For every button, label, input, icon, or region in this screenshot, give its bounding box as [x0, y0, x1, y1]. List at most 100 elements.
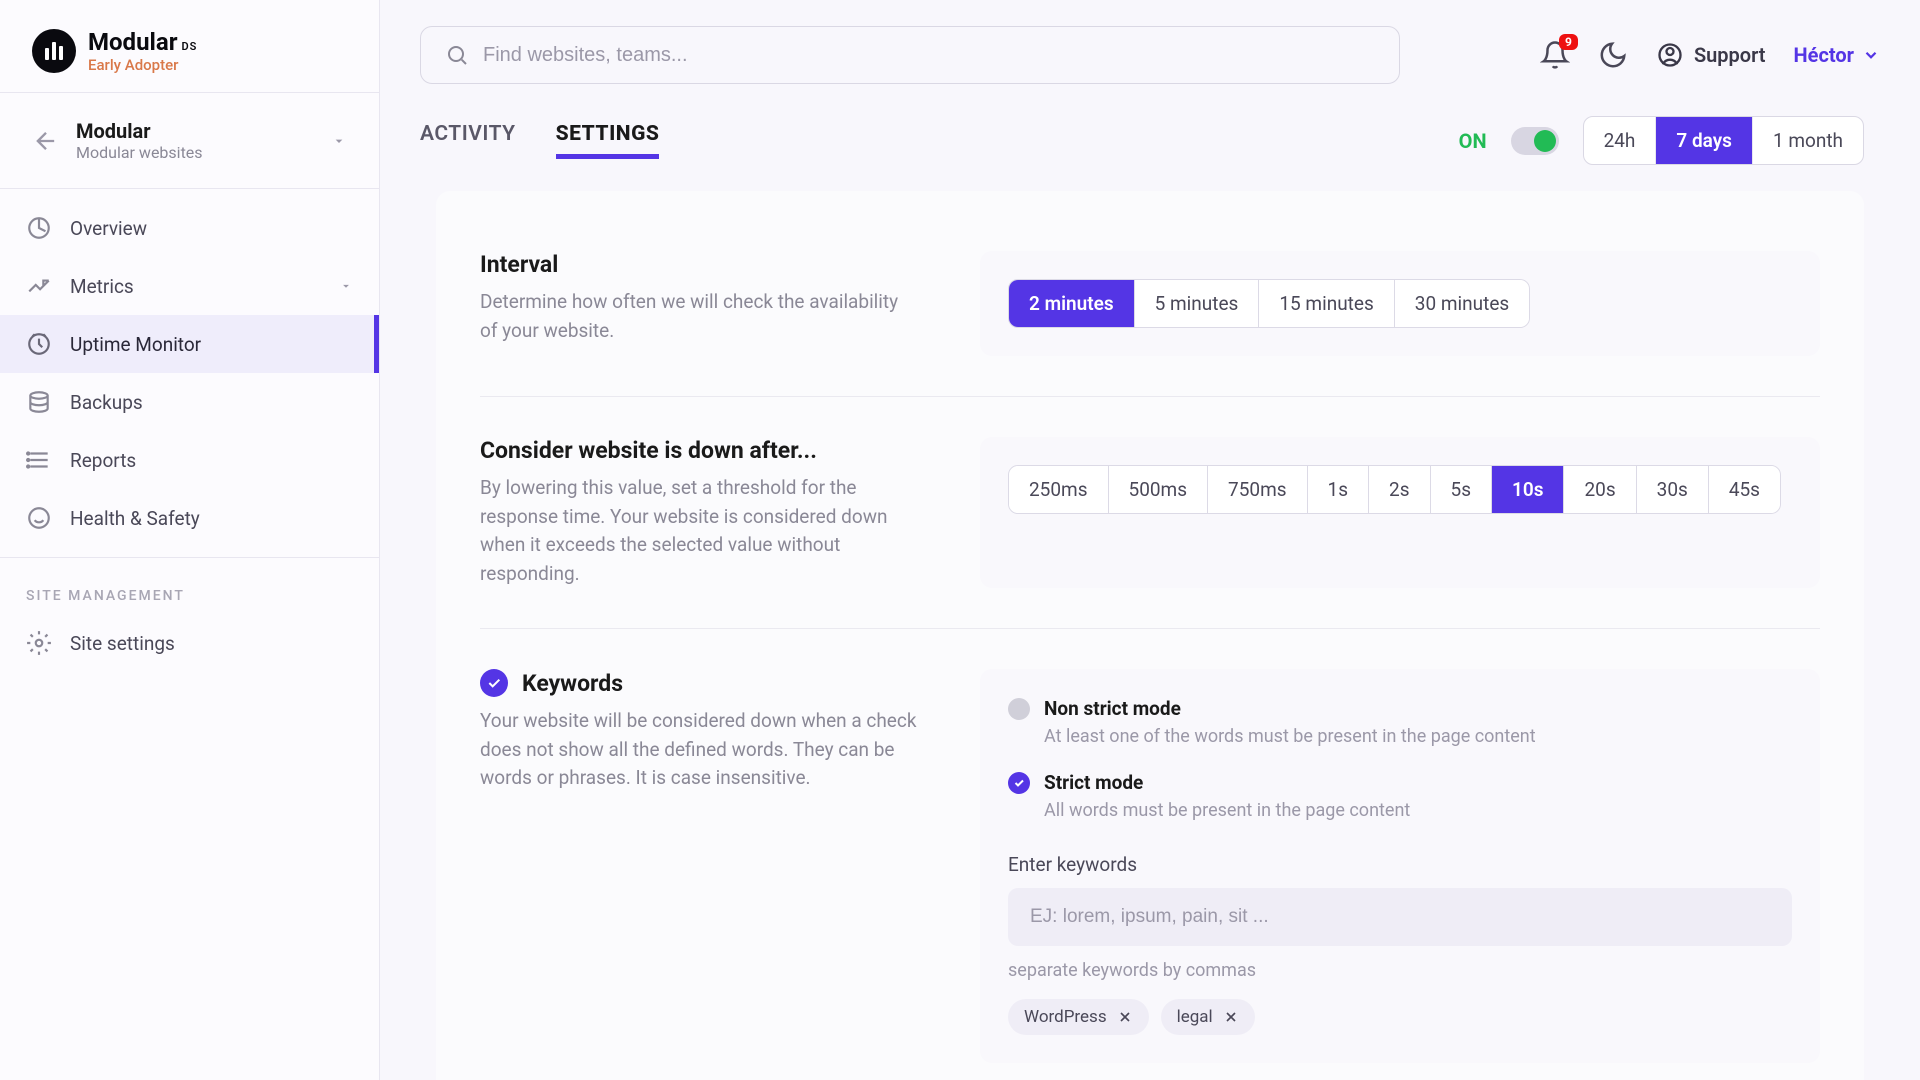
metrics-icon [26, 273, 52, 299]
close-icon[interactable] [1117, 1009, 1133, 1025]
threshold-desc: By lowering this value, set a threshold … [480, 474, 920, 588]
nav: Overview Metrics Uptime Monitor Backups … [0, 189, 379, 557]
topbar: 9 Support Héctor [380, 0, 1920, 100]
threshold-option[interactable]: 30s [1637, 466, 1709, 513]
logo-icon [32, 29, 76, 73]
keyword-tags: WordPress legal [1008, 999, 1255, 1035]
brand-name: Modular [88, 28, 178, 56]
threshold-option[interactable]: 250ms [1009, 466, 1109, 513]
keywords-title: Keywords [522, 670, 623, 697]
support-label: Support [1694, 43, 1766, 67]
keywords-input[interactable] [1008, 888, 1792, 946]
threshold-option[interactable]: 750ms [1208, 466, 1308, 513]
radio-label: Strict mode [1044, 771, 1143, 794]
radio-strict[interactable]: Strict mode [1008, 771, 1410, 794]
nav-label: Overview [70, 217, 147, 240]
interval-option[interactable]: 5 minutes [1135, 280, 1260, 327]
nav-label: Site settings [70, 632, 175, 655]
monitor-toggle[interactable] [1511, 127, 1559, 155]
radio-sub: All words must be present in the page co… [1044, 800, 1410, 821]
subheader: ACTIVITY SETTINGS ON 24h 7 days 1 month [380, 100, 1920, 191]
nav-health[interactable]: Health & Safety [0, 489, 379, 547]
threshold-option[interactable]: 10s [1492, 466, 1564, 513]
nav-uptime[interactable]: Uptime Monitor [0, 315, 379, 373]
tab-settings[interactable]: SETTINGS [556, 122, 660, 159]
gear-icon [26, 630, 52, 656]
radio-nonstrict[interactable]: Non strict mode [1008, 697, 1536, 720]
overview-icon [26, 215, 52, 241]
search-input[interactable] [483, 44, 1375, 67]
interval-title: Interval [480, 251, 920, 278]
content: Interval Determine how often we will che… [380, 191, 1920, 1080]
brand-tagline: Early Adopter [88, 56, 197, 74]
nav-backups[interactable]: Backups [0, 373, 379, 431]
chevron-down-icon [331, 133, 347, 149]
interval-desc: Determine how often we will check the av… [480, 288, 920, 345]
site-name: Modular [76, 119, 315, 143]
range-7days[interactable]: 7 days [1656, 117, 1753, 164]
interval-option[interactable]: 30 minutes [1395, 280, 1529, 327]
nav-label: Uptime Monitor [70, 333, 201, 356]
tag-text: WordPress [1024, 1007, 1107, 1027]
uptime-icon [26, 331, 52, 357]
keywords-field-label: Enter keywords [1008, 853, 1137, 876]
threshold-option[interactable]: 20s [1564, 466, 1636, 513]
settings-panel: Interval Determine how often we will che… [436, 191, 1864, 1080]
radio-sub: At least one of the words must be presen… [1044, 726, 1536, 747]
brand-suffix: DS [182, 40, 198, 53]
user-menu[interactable]: Héctor [1794, 43, 1880, 67]
chevron-down-icon [1862, 46, 1880, 64]
nav-label: Metrics [70, 275, 134, 298]
range-picker: 24h 7 days 1 month [1583, 116, 1864, 165]
section-label: SITE MANAGEMENT [0, 558, 379, 614]
back-arrow-icon[interactable] [32, 127, 60, 155]
moon-icon[interactable] [1598, 40, 1628, 70]
tab-activity[interactable]: ACTIVITY [420, 122, 516, 159]
interval-option[interactable]: 15 minutes [1259, 280, 1394, 327]
search-box[interactable] [420, 26, 1400, 84]
threshold-title: Consider website is down after... [480, 437, 920, 464]
radio-icon [1008, 698, 1030, 720]
setting-interval: Interval Determine how often we will che… [480, 231, 1820, 396]
setting-keywords: Keywords Your website will be considered… [480, 628, 1820, 1080]
nav-overview[interactable]: Overview [0, 199, 379, 257]
notifications-button[interactable]: 9 [1540, 40, 1570, 70]
threshold-option[interactable]: 500ms [1109, 466, 1209, 513]
site-subtitle: Modular websites [76, 143, 315, 162]
logo[interactable]: Modular DS Early Adopter [0, 0, 379, 92]
threshold-option[interactable]: 5s [1431, 466, 1492, 513]
range-24h[interactable]: 24h [1584, 117, 1657, 164]
close-icon[interactable] [1223, 1009, 1239, 1025]
support-icon [1656, 41, 1684, 69]
tag-text: legal [1177, 1007, 1213, 1027]
threshold-option[interactable]: 2s [1369, 466, 1430, 513]
keywords-hint: separate keywords by commas [1008, 960, 1256, 981]
nav-site-settings[interactable]: Site settings [0, 614, 379, 672]
toggle-label: ON [1459, 129, 1487, 153]
threshold-option[interactable]: 1s [1308, 466, 1369, 513]
tabs: ACTIVITY SETTINGS [420, 122, 659, 159]
radio-label: Non strict mode [1044, 697, 1181, 720]
sidebar: Modular DS Early Adopter Modular Modular … [0, 0, 380, 1080]
setting-threshold: Consider website is down after... By low… [480, 396, 1820, 628]
support-link[interactable]: Support [1656, 41, 1766, 69]
backups-icon [26, 389, 52, 415]
check-icon [480, 669, 508, 697]
keywords-desc: Your website will be considered down whe… [480, 707, 920, 793]
range-1month[interactable]: 1 month [1753, 117, 1863, 164]
nav-label: Health & Safety [70, 507, 200, 530]
keyword-tag: WordPress [1008, 999, 1149, 1035]
health-icon [26, 505, 52, 531]
site-selector[interactable]: Modular Modular websites [0, 93, 379, 188]
keyword-tag: legal [1161, 999, 1255, 1035]
reports-icon [26, 447, 52, 473]
nav-metrics[interactable]: Metrics [0, 257, 379, 315]
interval-options: 2 minutes5 minutes15 minutes30 minutes [1008, 279, 1530, 328]
interval-option[interactable]: 2 minutes [1009, 280, 1135, 327]
threshold-option[interactable]: 45s [1709, 466, 1780, 513]
radio-icon [1008, 772, 1030, 794]
main: 9 Support Héctor ACTIVITY SETTINGS ON [380, 0, 1920, 1080]
nav-label: Reports [70, 449, 136, 472]
notification-badge: 9 [1559, 34, 1578, 50]
nav-reports[interactable]: Reports [0, 431, 379, 489]
